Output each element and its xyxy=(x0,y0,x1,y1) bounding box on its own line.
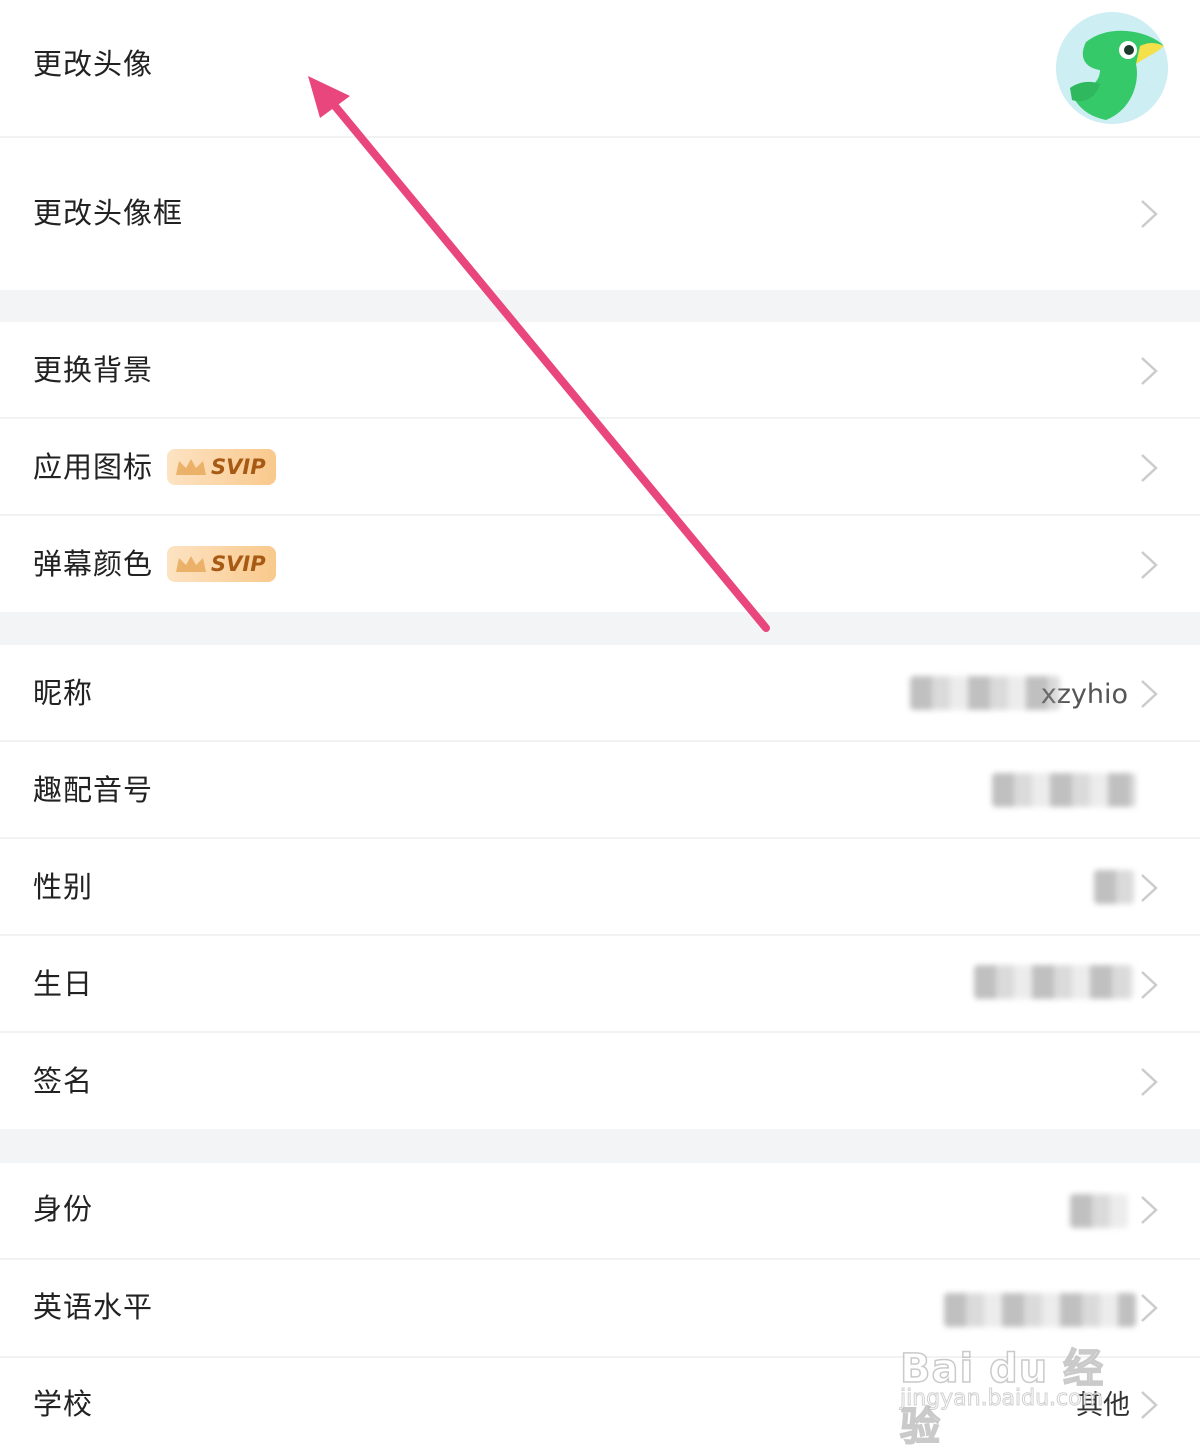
row-label: 英语水平 xyxy=(33,1290,154,1324)
row-change-avatar[interactable]: 更改头像 xyxy=(0,0,1200,138)
profile-settings-list: 更改头像 更改头像框 更换背景 应用图标 SVIP 弹幕颜色 SVIP 昵称 x… xyxy=(0,0,1200,1454)
chevron-right-icon xyxy=(1141,680,1158,708)
row-label-group: 弹幕颜色 SVIP xyxy=(33,546,276,582)
badge-text: SVIP xyxy=(211,551,266,576)
row-label: 更换背景 xyxy=(33,353,154,387)
row-birthday[interactable]: 生日 xyxy=(0,936,1200,1033)
row-label-group: 应用图标 SVIP xyxy=(33,449,276,485)
blurred-value xyxy=(1094,870,1134,904)
row-nickname[interactable]: 昵称 xzyhio xyxy=(0,645,1200,742)
chevron-right-icon xyxy=(1141,971,1158,999)
badge-text: SVIP xyxy=(211,454,266,479)
row-label: 昵称 xyxy=(33,676,94,710)
row-change-avatar-frame[interactable]: 更改头像框 xyxy=(0,138,1200,290)
crown-icon xyxy=(176,556,207,572)
crown-icon xyxy=(176,459,207,475)
row-signature[interactable]: 签名 xyxy=(0,1033,1200,1129)
section-gap xyxy=(0,1129,1200,1163)
svip-badge: SVIP xyxy=(167,449,276,485)
chevron-right-icon xyxy=(1141,357,1158,385)
avatar[interactable] xyxy=(1056,12,1168,124)
row-dub-id: 趣配音号 xyxy=(0,742,1200,839)
blurred-value xyxy=(944,1293,1136,1327)
chevron-right-icon xyxy=(1141,1391,1158,1419)
blurred-value xyxy=(1070,1194,1128,1228)
row-label: 趣配音号 xyxy=(33,773,154,807)
row-change-background[interactable]: 更换背景 xyxy=(0,322,1200,419)
chevron-right-icon xyxy=(1141,1068,1158,1096)
blurred-value xyxy=(974,965,1134,999)
watermark-site: jingyan.baidu.com xyxy=(899,1386,1104,1412)
chevron-right-icon xyxy=(1141,454,1158,482)
chevron-right-icon xyxy=(1141,874,1158,902)
row-label: 更改头像框 xyxy=(33,196,184,230)
chevron-right-icon xyxy=(1141,200,1158,228)
row-label: 生日 xyxy=(33,967,94,1001)
section-gap xyxy=(0,612,1200,645)
row-gender[interactable]: 性别 xyxy=(0,839,1200,936)
row-label: 签名 xyxy=(33,1064,94,1098)
svip-badge: SVIP xyxy=(167,546,276,582)
baidu-watermark: Bai du 经验 jingyan.baidu.com xyxy=(899,1328,1140,1451)
section-gap xyxy=(0,290,1200,322)
blurred-value xyxy=(992,773,1136,807)
chevron-right-icon xyxy=(1141,551,1158,579)
green-bird-avatar-icon xyxy=(1056,12,1168,124)
row-danmaku-color[interactable]: 弹幕颜色 SVIP xyxy=(0,516,1200,612)
row-label: 应用图标 xyxy=(33,449,154,484)
row-label: 性别 xyxy=(33,870,94,904)
blurred-value xyxy=(910,676,1060,710)
chevron-right-icon xyxy=(1141,1196,1158,1224)
row-label: 身份 xyxy=(33,1192,94,1226)
row-label: 学校 xyxy=(33,1387,94,1421)
chevron-right-icon xyxy=(1141,1294,1158,1322)
row-label: 弹幕颜色 xyxy=(33,546,154,581)
row-identity[interactable]: 身份 xyxy=(0,1163,1200,1260)
row-app-icon[interactable]: 应用图标 SVIP xyxy=(0,419,1200,516)
row-label: 更改头像 xyxy=(33,47,154,81)
